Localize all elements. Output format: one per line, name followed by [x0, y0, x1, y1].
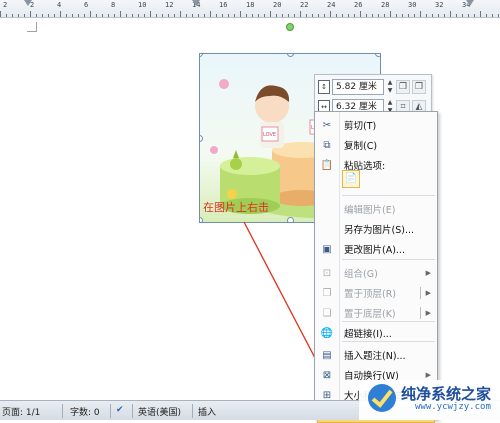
- menu-item[interactable]: 📋 粘贴选项:: [317, 155, 435, 175]
- menu-item[interactable]: 另存为图片(S)...: [317, 219, 435, 239]
- hyperlink-icon: 🌐: [320, 327, 334, 339]
- page-count[interactable]: 页面: 1/1: [2, 405, 40, 418]
- submenu-arrow-icon: ▶: [425, 289, 431, 297]
- menu-separator: [342, 341, 435, 342]
- site-watermark: 纯净系统之家 www.ycwjzy.com: [359, 380, 500, 420]
- submenu-arrow-icon: ▶: [425, 309, 431, 317]
- menu-item[interactable]: 编辑图片(E): [317, 199, 435, 219]
- split-divider: [420, 287, 421, 299]
- menu-item-label: 编辑图片(E): [344, 205, 396, 216]
- menu-item[interactable]: ✂ 剪切(T): [317, 115, 435, 135]
- split-divider: [420, 307, 421, 319]
- menu-item[interactable]: ▣ 更改图片(A)...: [317, 239, 435, 259]
- copy-icon: ⧉: [323, 139, 331, 151]
- bring-front-icon: ❐: [322, 287, 332, 299]
- menu-item-label: 复制(C): [344, 141, 378, 152]
- menu-item-label: 剪切(T): [344, 121, 377, 132]
- word-count[interactable]: 字数: 0: [70, 405, 100, 418]
- menu-item-label: 更改图片(A)...: [344, 245, 405, 256]
- paste-keep-format-icon[interactable]: 📄: [342, 170, 360, 188]
- spellcheck-icon[interactable]: ✔: [116, 405, 124, 415]
- submenu-arrow-icon: ▶: [425, 371, 431, 379]
- picture-context-menu: ✂ 剪切(T) ⧉ 复制(C) 📋 粘贴选项: 编辑图片(E) 另存为图片(S)... ▣ 更改图…: [314, 111, 438, 423]
- watermark-url: www.ycwjzy.com: [415, 402, 491, 412]
- menu-item[interactable]: ▤ 插入题注(N)...: [317, 345, 435, 365]
- insert-mode-indicator[interactable]: 插入: [198, 405, 216, 418]
- menu-separator: [342, 321, 435, 322]
- menu-item[interactable]: ⧉ 复制(C): [317, 135, 435, 155]
- watermark-title: 纯净系统之家: [401, 385, 492, 403]
- size-position-icon: ⊞: [322, 389, 332, 401]
- watermark-logo-icon: [368, 384, 396, 412]
- menu-item-label: 组合(G): [344, 269, 378, 280]
- menu-separator: [342, 259, 435, 260]
- change-picture-icon: ▣: [322, 243, 332, 255]
- language-indicator[interactable]: 英语(美国): [138, 405, 181, 418]
- wrap-text-icon: ⊠: [322, 369, 332, 381]
- menu-item[interactable]: ⊡ 组合(G) ▶: [317, 263, 435, 283]
- menu-item[interactable]: ❐ 置于顶层(R) ▶: [317, 283, 435, 303]
- menu-separator: [342, 195, 435, 196]
- menu-item[interactable]: ❏ 置于底层(K) ▶: [317, 303, 435, 323]
- menu-item-label: 插入题注(N)...: [344, 351, 406, 362]
- submenu-arrow-icon: ▶: [425, 269, 431, 277]
- menu-item-label: 置于底层(K): [344, 309, 396, 320]
- menu-item-label: 另存为图片(S)...: [344, 225, 415, 236]
- menu-item-label: 超链接(I)...: [344, 329, 392, 340]
- menu-item-label: 置于顶层(R): [344, 289, 397, 300]
- caption-icon: ▤: [322, 349, 332, 361]
- menu-item[interactable]: 🌐 超链接(I)...: [317, 323, 435, 343]
- group-icon: ⊡: [322, 267, 332, 279]
- paste-icon: 📋: [320, 159, 334, 171]
- send-back-icon: ❏: [322, 307, 332, 319]
- scissors-icon: ✂: [322, 119, 332, 131]
